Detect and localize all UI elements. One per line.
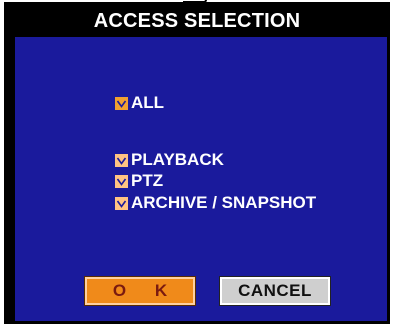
check-icon — [116, 178, 127, 186]
option-playback-label: PLAYBACK — [131, 150, 224, 169]
option-all[interactable]: ALL — [115, 93, 164, 113]
option-playback[interactable]: PLAYBACK — [115, 150, 224, 170]
all-checkbox[interactable] — [115, 96, 128, 110]
option-ptz-label: PTZ — [131, 171, 164, 190]
ptz-checkbox[interactable] — [115, 174, 128, 188]
option-archive-snapshot[interactable]: ARCHIVE / SNAPSHOT — [115, 193, 316, 213]
option-archive-snapshot-label: ARCHIVE / SNAPSHOT — [131, 193, 317, 212]
dialog-title: ACCESS SELECTION — [93, 10, 301, 32]
check-icon — [116, 100, 127, 108]
option-ptz[interactable]: PTZ — [115, 171, 163, 191]
check-icon — [116, 157, 127, 165]
cancel-button[interactable]: CANCEL — [219, 276, 331, 306]
ok-button[interactable]: O K — [84, 276, 196, 306]
check-icon — [116, 200, 127, 208]
archive-snapshot-checkbox[interactable] — [115, 196, 128, 210]
options-panel: ALL PLAYBACK PTZ ARCHIVE / SNAPSHOT O K … — [15, 37, 387, 321]
access-selection-dialog: ACCESS SELECTION ALL PLAYBACK PTZ ARCHIV… — [4, 2, 390, 324]
playback-checkbox[interactable] — [115, 153, 128, 167]
option-all-label: ALL — [131, 93, 165, 112]
